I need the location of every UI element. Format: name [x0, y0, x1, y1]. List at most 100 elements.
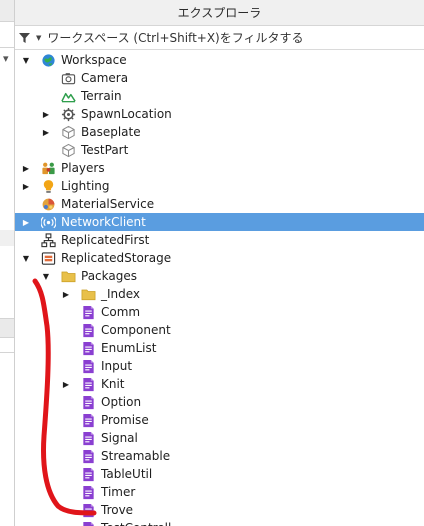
adjacent-panel-separator: [0, 352, 14, 353]
tree-item-label: SpawnLocation: [81, 107, 172, 121]
tree-item-label: Players: [61, 161, 105, 175]
tree-item-label: _Index: [101, 287, 141, 301]
tree-row-knit[interactable]: ▶ Knit: [15, 375, 424, 393]
tree-item-label: Baseplate: [81, 125, 141, 139]
module-script-icon: [80, 376, 96, 392]
tree-item-label: Option: [101, 395, 142, 409]
tree-item-label: Signal: [101, 431, 138, 445]
module-script-icon: [80, 484, 96, 500]
replicated-storage-icon: [40, 250, 56, 266]
tree-row-timer[interactable]: Timer: [15, 483, 424, 501]
module-script-icon: [80, 412, 96, 428]
tree-row-signal[interactable]: Signal: [15, 429, 424, 447]
tree-item-label: Workspace: [61, 53, 127, 67]
tree-row-trove[interactable]: Trove: [15, 501, 424, 519]
part-icon: [60, 142, 76, 158]
tree-row-testcontroll[interactable]: TestControll: [15, 519, 424, 526]
camera-icon: [60, 70, 76, 86]
adjacent-panel-toolbar: ▾: [0, 22, 14, 65]
collapsed-arrow-icon[interactable]: ▶: [41, 127, 51, 137]
module-script-icon: [80, 466, 96, 482]
tree-row-workspace[interactable]: ▼ Workspace: [15, 51, 424, 69]
adjacent-panel-row: [0, 230, 14, 246]
module-script-icon: [80, 394, 96, 410]
lighting-icon: [40, 178, 56, 194]
tree-row-players[interactable]: ▶ Players: [15, 159, 424, 177]
filter-icon[interactable]: [19, 32, 35, 43]
filter-dropdown-icon[interactable]: ▼: [36, 34, 41, 42]
tree-item-label: EnumList: [101, 341, 157, 355]
tree-item-label: ReplicatedFirst: [61, 233, 150, 247]
explorer-panel: エクスプローラ ▼ ワークスペース (Ctrl+Shift+X)をフィルタする …: [15, 0, 424, 526]
collapsed-arrow-icon[interactable]: ▶: [61, 289, 71, 299]
tree-item-label: TableUtil: [101, 467, 153, 481]
tree-item-label: Component: [101, 323, 171, 337]
collapsed-arrow-icon[interactable]: ▶: [41, 109, 51, 119]
tree-row-networkclient[interactable]: ▶ NetworkClient: [15, 213, 424, 231]
tree-row-streamable[interactable]: Streamable: [15, 447, 424, 465]
collapsed-arrow-icon[interactable]: ▶: [21, 163, 31, 173]
explorer-title: エクスプローラ: [177, 6, 262, 20]
collapsed-arrow-icon[interactable]: ▶: [61, 379, 71, 389]
tree-item-label: MaterialService: [61, 197, 155, 211]
tree-row-baseplate[interactable]: ▶ Baseplate: [15, 123, 424, 141]
tree-row-spawnlocation[interactable]: ▶ SpawnLocation: [15, 105, 424, 123]
explorer-tree: ▼ Workspace Camera Terrain ▶ SpawnLocation ▶ Ba…: [15, 51, 424, 526]
tree-item-label: Terrain: [81, 89, 122, 103]
tree-row-testpart[interactable]: TestPart: [15, 141, 424, 159]
module-script-icon: [80, 430, 96, 446]
replicated-first-icon: [40, 232, 56, 248]
tree-row-comm[interactable]: Comm: [15, 303, 424, 321]
tree-row--index[interactable]: ▶ _Index: [15, 285, 424, 303]
explorer-title-bar: エクスプローラ: [15, 0, 424, 26]
tree-row-lighting[interactable]: ▶ Lighting: [15, 177, 424, 195]
tree-item-label: Timer: [101, 485, 136, 499]
tree-row-tableutil[interactable]: TableUtil: [15, 465, 424, 483]
module-script-icon: [80, 448, 96, 464]
tree-row-camera[interactable]: Camera: [15, 69, 424, 87]
tree-item-label: TestControll: [101, 521, 171, 526]
tree-row-replicatedfirst[interactable]: ReplicatedFirst: [15, 231, 424, 249]
tree-item-label: Knit: [101, 377, 125, 391]
tree-row-option[interactable]: Option: [15, 393, 424, 411]
part-icon: [60, 124, 76, 140]
tree-item-label: Packages: [81, 269, 137, 283]
tree-row-promise[interactable]: Promise: [15, 411, 424, 429]
tree-row-component[interactable]: Component: [15, 321, 424, 339]
terrain-icon: [60, 88, 76, 104]
players-icon: [40, 160, 56, 176]
adjacent-panel-edge: ▾: [0, 0, 15, 526]
module-script-icon: [80, 520, 96, 526]
dropdown-edge-icon: ▾: [3, 52, 9, 65]
module-script-icon: [80, 502, 96, 518]
tree-row-input[interactable]: Input: [15, 357, 424, 375]
collapsed-arrow-icon[interactable]: ▶: [21, 181, 31, 191]
folder-icon: [80, 286, 96, 302]
tree-row-replicatedstorage[interactable]: ▼ ReplicatedStorage: [15, 249, 424, 267]
tree-row-terrain[interactable]: Terrain: [15, 87, 424, 105]
expanded-arrow-icon[interactable]: ▼: [21, 55, 31, 65]
collapsed-arrow-icon[interactable]: ▶: [21, 217, 31, 227]
tree-item-label: Input: [101, 359, 133, 373]
filter-bar[interactable]: ▼ ワークスペース (Ctrl+Shift+X)をフィルタする: [15, 26, 424, 50]
tree-item-label: Promise: [101, 413, 149, 427]
tree-row-enumlist[interactable]: EnumList: [15, 339, 424, 357]
module-script-icon: [80, 358, 96, 374]
tree-item-label: Streamable: [101, 449, 171, 463]
tree-item-label: NetworkClient: [61, 215, 146, 229]
tree-row-materialservice[interactable]: MaterialService: [15, 195, 424, 213]
tree-row-packages[interactable]: ▼ Packages: [15, 267, 424, 285]
module-script-icon: [80, 322, 96, 338]
adjacent-panel-header: [0, 0, 14, 22]
expanded-arrow-icon[interactable]: ▼: [41, 271, 51, 281]
tree-item-label: Camera: [81, 71, 129, 85]
module-script-icon: [80, 304, 96, 320]
workspace-icon: [40, 52, 56, 68]
tree-item-label: Lighting: [61, 179, 110, 193]
tree-item-label: TestPart: [81, 143, 129, 157]
module-script-icon: [80, 340, 96, 356]
adjacent-panel-divider[interactable]: [0, 318, 14, 338]
spawn-location-icon: [60, 106, 76, 122]
filter-input[interactable]: ワークスペース (Ctrl+Shift+X)をフィルタする: [47, 29, 303, 46]
expanded-arrow-icon[interactable]: ▼: [21, 253, 31, 263]
